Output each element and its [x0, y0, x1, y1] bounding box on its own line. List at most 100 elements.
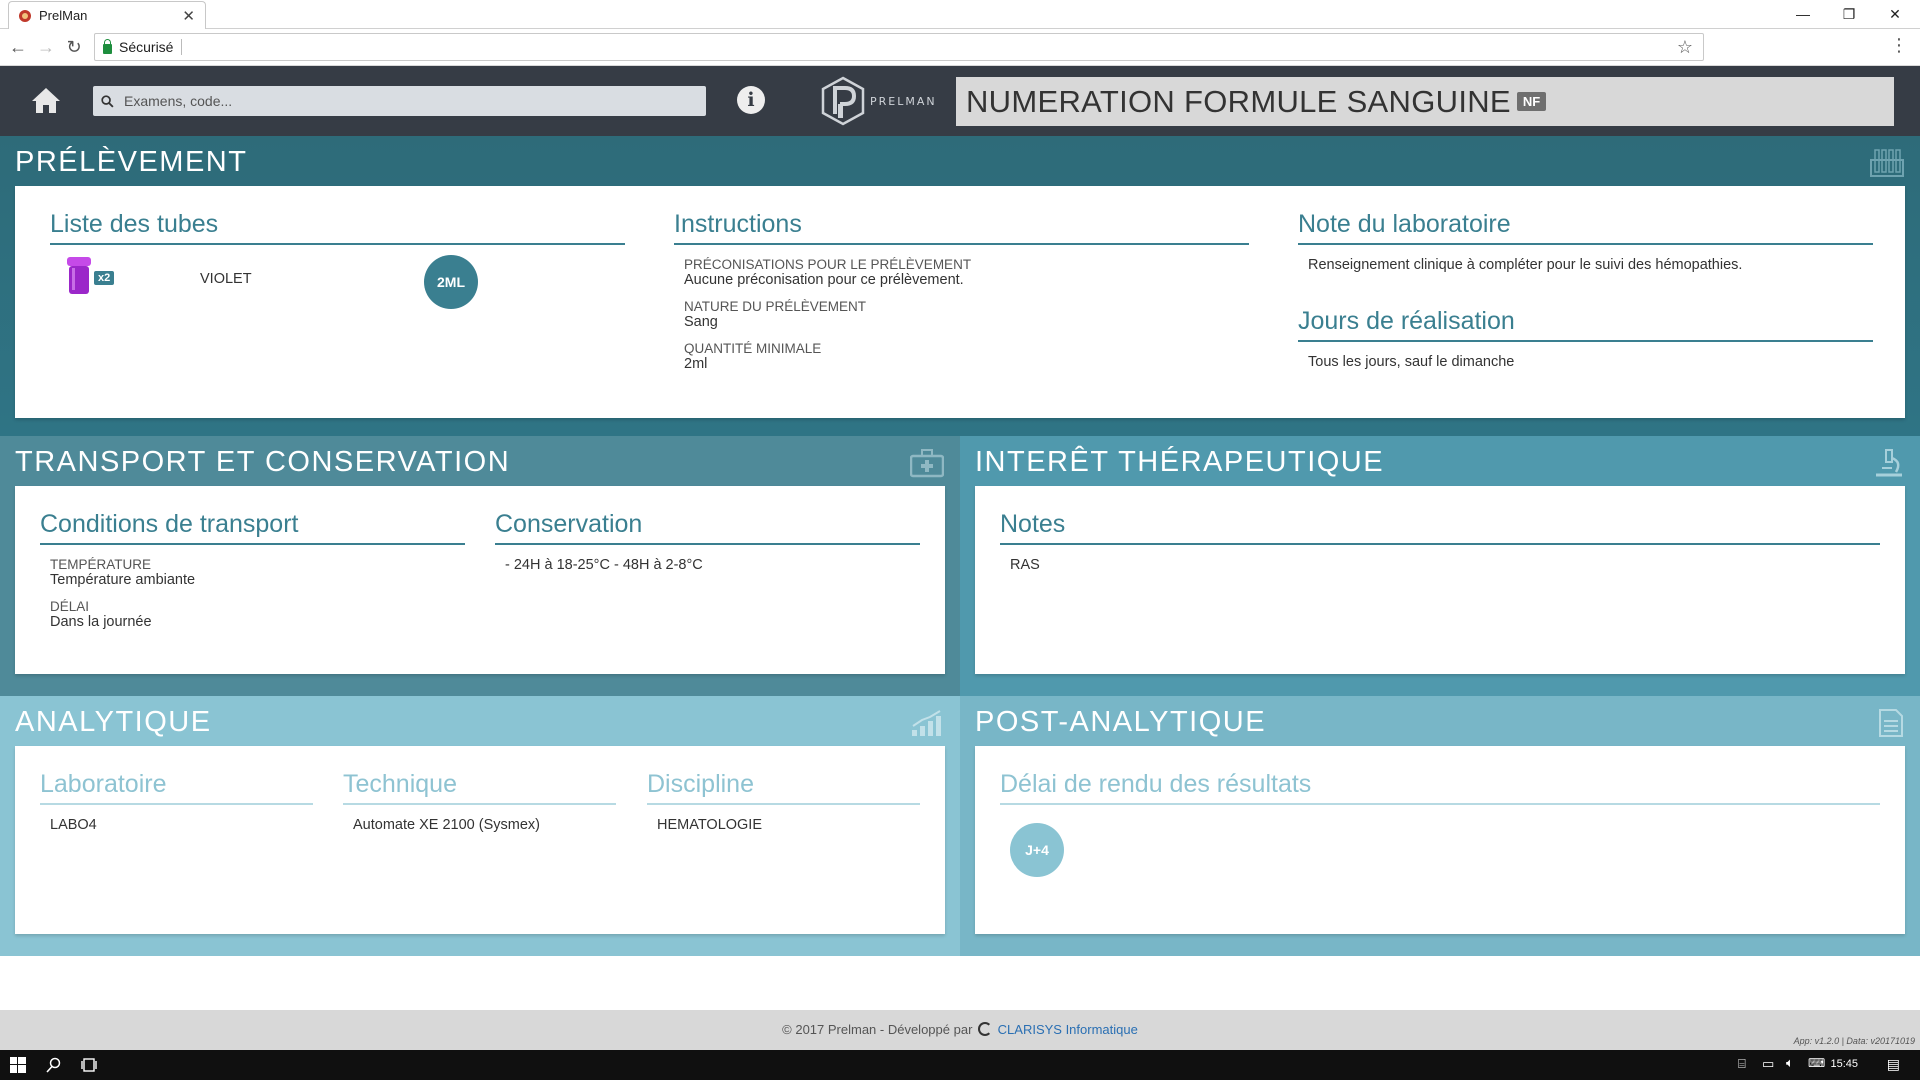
discipline-heading: Discipline: [647, 770, 920, 805]
transport-section: TRANSPORT ET CONSERVATION Conditions de …: [0, 436, 960, 696]
prelman-logo-icon: [821, 76, 865, 126]
nature-value: Sang: [684, 314, 718, 330]
windows-start-icon[interactable]: [10, 1057, 26, 1073]
taskbar-clock[interactable]: 15:45: [1830, 1058, 1858, 1070]
temperature-value: Température ambiante: [50, 572, 196, 588]
search-taskbar-icon[interactable]: [46, 1057, 62, 1073]
transport-conditions-body: TEMPÉRATURE Température ambiante DÉLAI D…: [40, 545, 465, 630]
transport-card: Conditions de transport TEMPÉRATURE Temp…: [15, 486, 945, 674]
app-favicon-icon: [19, 9, 31, 22]
copyright-text: © 2017 Prelman - Développé par: [782, 1022, 973, 1037]
prelman-logo[interactable]: PRELMAN: [820, 74, 940, 128]
technique-value: Automate XE 2100 (Sysmex): [353, 817, 540, 833]
exam-code-badge: NF: [1516, 92, 1547, 111]
lab-note-heading: Note du laboratoire: [1298, 210, 1873, 245]
transport-conditions-heading: Conditions de transport: [40, 510, 465, 545]
notes-heading: Notes: [1000, 510, 1880, 545]
footer-text-line: © 2017 Prelman - Développé par CLARISYS …: [0, 1022, 1920, 1037]
ime-icon[interactable]: ⌨: [1808, 1056, 1825, 1070]
laboratoire-column: Laboratoire LABO4: [40, 770, 313, 833]
technique-column: Technique Automate XE 2100 (Sysmex): [343, 770, 616, 833]
browser-tab[interactable]: PrelMan ✕: [8, 1, 206, 29]
clarisys-logo-icon: [978, 1022, 993, 1036]
version-text: App: v1.2.0 | Data: v20171019: [1793, 1036, 1915, 1046]
tube-rack-icon: [1870, 149, 1904, 177]
os-taskbar: ⌸ ▭ 🔈︎ ⌨ 15:45 ▤: [0, 1050, 1920, 1080]
post-analytique-card: Délai de rendu des résultats J+4: [975, 746, 1905, 934]
post-analytique-section: POST-ANALYTIQUE Délai de rendu des résul…: [960, 696, 1920, 956]
instructions-column: Instructions PRÉCONISATIONS POUR LE PRÉL…: [674, 210, 1249, 383]
page-footer: © 2017 Prelman - Développé par CLARISYS …: [0, 1010, 1920, 1050]
task-view-icon[interactable]: [81, 1057, 97, 1073]
url-omnibox[interactable]: Sécurisé ☆: [94, 33, 1704, 61]
lock-icon: [103, 39, 112, 54]
notes-column: Notes RAS: [1000, 510, 1880, 573]
conservation-column: Conservation - 24H à 18-25°C - 48H à 2-8…: [495, 510, 920, 573]
notes-value: RAS: [1010, 557, 1040, 573]
battery-icon[interactable]: ▭: [1762, 1056, 1774, 1072]
notifications-icon[interactable]: ▤: [1887, 1056, 1900, 1073]
browser-address-bar: ← → ↻ Sécurisé ☆ ⋮: [0, 29, 1920, 66]
tab-title: PrelMan: [39, 8, 88, 23]
medical-case-icon: [910, 449, 944, 478]
app-header: i PRELMAN NUMERATION FORMULE SANGUINE NF: [0, 66, 1920, 136]
quantity-value: 2ml: [684, 356, 708, 372]
transport-conditions-column: Conditions de transport TEMPÉRATURE Temp…: [40, 510, 465, 641]
quantity-label: QUANTITÉ MINIMALE: [684, 341, 822, 356]
tube-row: x2 VIOLET 2ML: [50, 245, 625, 315]
section-title-post-analytique: POST-ANALYTIQUE: [975, 706, 1267, 738]
exam-title: NUMERATION FORMULE SANGUINE: [966, 83, 1511, 119]
tube-volume-circle: 2ML: [424, 255, 478, 309]
bar-chart-icon: [912, 710, 941, 736]
browser-menu-icon[interactable]: ⋮: [1890, 35, 1908, 56]
interet-section: INTERÊT THÉRAPEUTIQUE Notes RAS: [960, 436, 1920, 696]
result-delay-circle: J+4: [1010, 823, 1064, 877]
close-tab-icon[interactable]: ✕: [182, 7, 195, 25]
delay-label: DÉLAI: [50, 599, 90, 614]
prelevement-card: Liste des tubes x2 VIOLET 2ML Instructio…: [15, 186, 1905, 418]
discipline-value: HEMATOLOGIE: [657, 817, 763, 833]
logo-text: PRELMAN: [870, 94, 937, 108]
back-arrow-icon[interactable]: ←: [6, 35, 30, 59]
preco-value: Aucune préconisation pour ce prélèvement…: [684, 272, 964, 288]
preco-label: PRÉCONISATIONS POUR LE PRÉLÈVEMENT: [684, 257, 972, 272]
section-title-analytique: ANALYTIQUE: [15, 706, 212, 738]
nature-label: NATURE DU PRÉLÈVEMENT: [684, 299, 867, 314]
exam-search-box[interactable]: [93, 86, 706, 116]
tubes-heading: Liste des tubes: [50, 210, 625, 245]
bookmark-star-icon[interactable]: ☆: [1677, 37, 1693, 58]
exam-title-box: NUMERATION FORMULE SANGUINE NF: [956, 77, 1894, 126]
search-input[interactable]: [124, 93, 684, 109]
section-title-prelevement: PRÉLÈVEMENT: [15, 146, 248, 178]
result-delay-column: Délai de rendu des résultats J+4: [1000, 770, 1880, 877]
section-title-transport: TRANSPORT ET CONSERVATION: [15, 446, 511, 478]
days-value: Tous les jours, sauf le dimanche: [1308, 354, 1515, 370]
instructions-heading: Instructions: [674, 210, 1249, 245]
info-icon[interactable]: i: [737, 86, 765, 114]
laboratoire-heading: Laboratoire: [40, 770, 313, 805]
restore-window-button[interactable]: ❐: [1826, 0, 1872, 28]
laboratoire-value: LABO4: [50, 817, 97, 833]
conservation-heading: Conservation: [495, 510, 920, 545]
home-icon[interactable]: [30, 84, 62, 116]
browser-tab-bar: PrelMan ✕ — ❐ ✕: [0, 0, 1920, 29]
tube-color-name: VIOLET: [200, 271, 252, 287]
lab-note-value: Renseignement clinique à compléter pour …: [1308, 257, 1743, 273]
network-icon[interactable]: ⌸: [1738, 1056, 1746, 1072]
analytique-card: Laboratoire LABO4 Technique Automate XE …: [15, 746, 945, 934]
reload-icon[interactable]: ↻: [62, 35, 86, 59]
secure-label: Sécurisé: [119, 39, 183, 55]
delay-value: Dans la journée: [50, 614, 152, 630]
result-delay-heading: Délai de rendu des résultats: [1000, 770, 1880, 805]
discipline-column: Discipline HEMATOLOGIE: [647, 770, 920, 833]
company-link[interactable]: CLARISYS Informatique: [998, 1022, 1138, 1037]
microscope-icon: [1876, 449, 1902, 477]
instructions-body: PRÉCONISATIONS POUR LE PRÉLÈVEMENT Aucun…: [674, 245, 1249, 372]
minimize-window-button[interactable]: —: [1780, 0, 1826, 28]
tubes-column: Liste des tubes x2 VIOLET 2ML: [50, 210, 625, 315]
tube-count-badge: x2: [94, 271, 115, 285]
close-window-button[interactable]: ✕: [1872, 0, 1918, 28]
volume-icon[interactable]: 🔈︎: [1786, 1055, 1794, 1071]
temperature-label: TEMPÉRATURE: [50, 557, 152, 572]
forward-arrow-icon[interactable]: →: [34, 35, 58, 59]
